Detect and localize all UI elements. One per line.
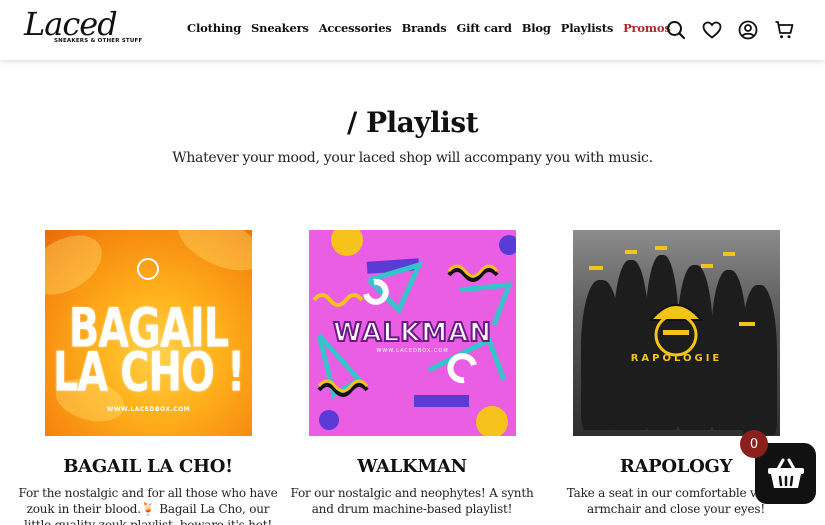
cover-decoration xyxy=(169,230,252,282)
nav-item-playlists[interactable]: Playlists xyxy=(561,21,614,35)
logo-tagline: SNEAKERS & OTHER STUFF xyxy=(54,38,143,44)
playlist-description: For our nostalgic and neophytes! A synth… xyxy=(290,486,534,516)
playlist-cover-walkman[interactable]: WALKMAN WWW.LACEDBOX.COM xyxy=(309,230,516,436)
cover-url: WWW.LACEDBOX.COM xyxy=(106,406,191,413)
cover-decoration xyxy=(45,230,113,307)
cover-title-line2: LA CHO ! xyxy=(52,341,245,405)
nav-item-brands[interactable]: Brands xyxy=(402,21,447,35)
nav-item-clothing[interactable]: Clothing xyxy=(187,21,241,35)
nav-item-sneakers[interactable]: Sneakers xyxy=(251,21,309,35)
playlist-description: For the nostalgic and for all those who … xyxy=(18,486,278,525)
cover-emblem xyxy=(137,258,159,280)
cover-title: WALKMAN xyxy=(332,317,493,349)
page-subtitle: Whatever your mood, your laced shop will… xyxy=(172,150,653,166)
cover-title: RAPOLOGIE xyxy=(630,353,723,364)
header-icons xyxy=(664,19,808,41)
cover-emblem xyxy=(648,304,704,357)
site-header: Laced SNEAKERS & OTHER STUFF Clothing Sn… xyxy=(0,0,825,60)
cart-icon[interactable] xyxy=(772,19,796,41)
playlist-title[interactable]: WALKMAN xyxy=(280,456,544,477)
nav-item-accessories[interactable]: Accessories xyxy=(319,21,392,35)
playlist-cover-bagail[interactable]: BAGAIL LA CHO ! WWW.LACEDBOX.COM xyxy=(45,230,252,436)
nav-item-blog[interactable]: Blog xyxy=(522,21,551,35)
account-icon[interactable] xyxy=(736,19,760,41)
nav-item-gift-card[interactable]: Gift card xyxy=(457,21,512,35)
basket-icon xyxy=(767,458,804,488)
site-logo[interactable]: Laced SNEAKERS & OTHER STUFF xyxy=(24,5,142,50)
heart-icon[interactable] xyxy=(700,19,724,41)
search-icon[interactable] xyxy=(664,19,688,41)
main-nav: Clothing Sneakers Accessories Brands Gif… xyxy=(187,21,681,35)
playlist-title[interactable]: BAGAIL LA CHO! xyxy=(16,456,280,477)
page-title: / Playlist xyxy=(346,106,479,139)
playlist-cover-rapology[interactable]: RAPOLOGIE xyxy=(573,230,780,436)
cover-url: WWW.LACEDBOX.COM xyxy=(376,348,449,354)
cart-count-badge: 0 xyxy=(740,430,768,458)
